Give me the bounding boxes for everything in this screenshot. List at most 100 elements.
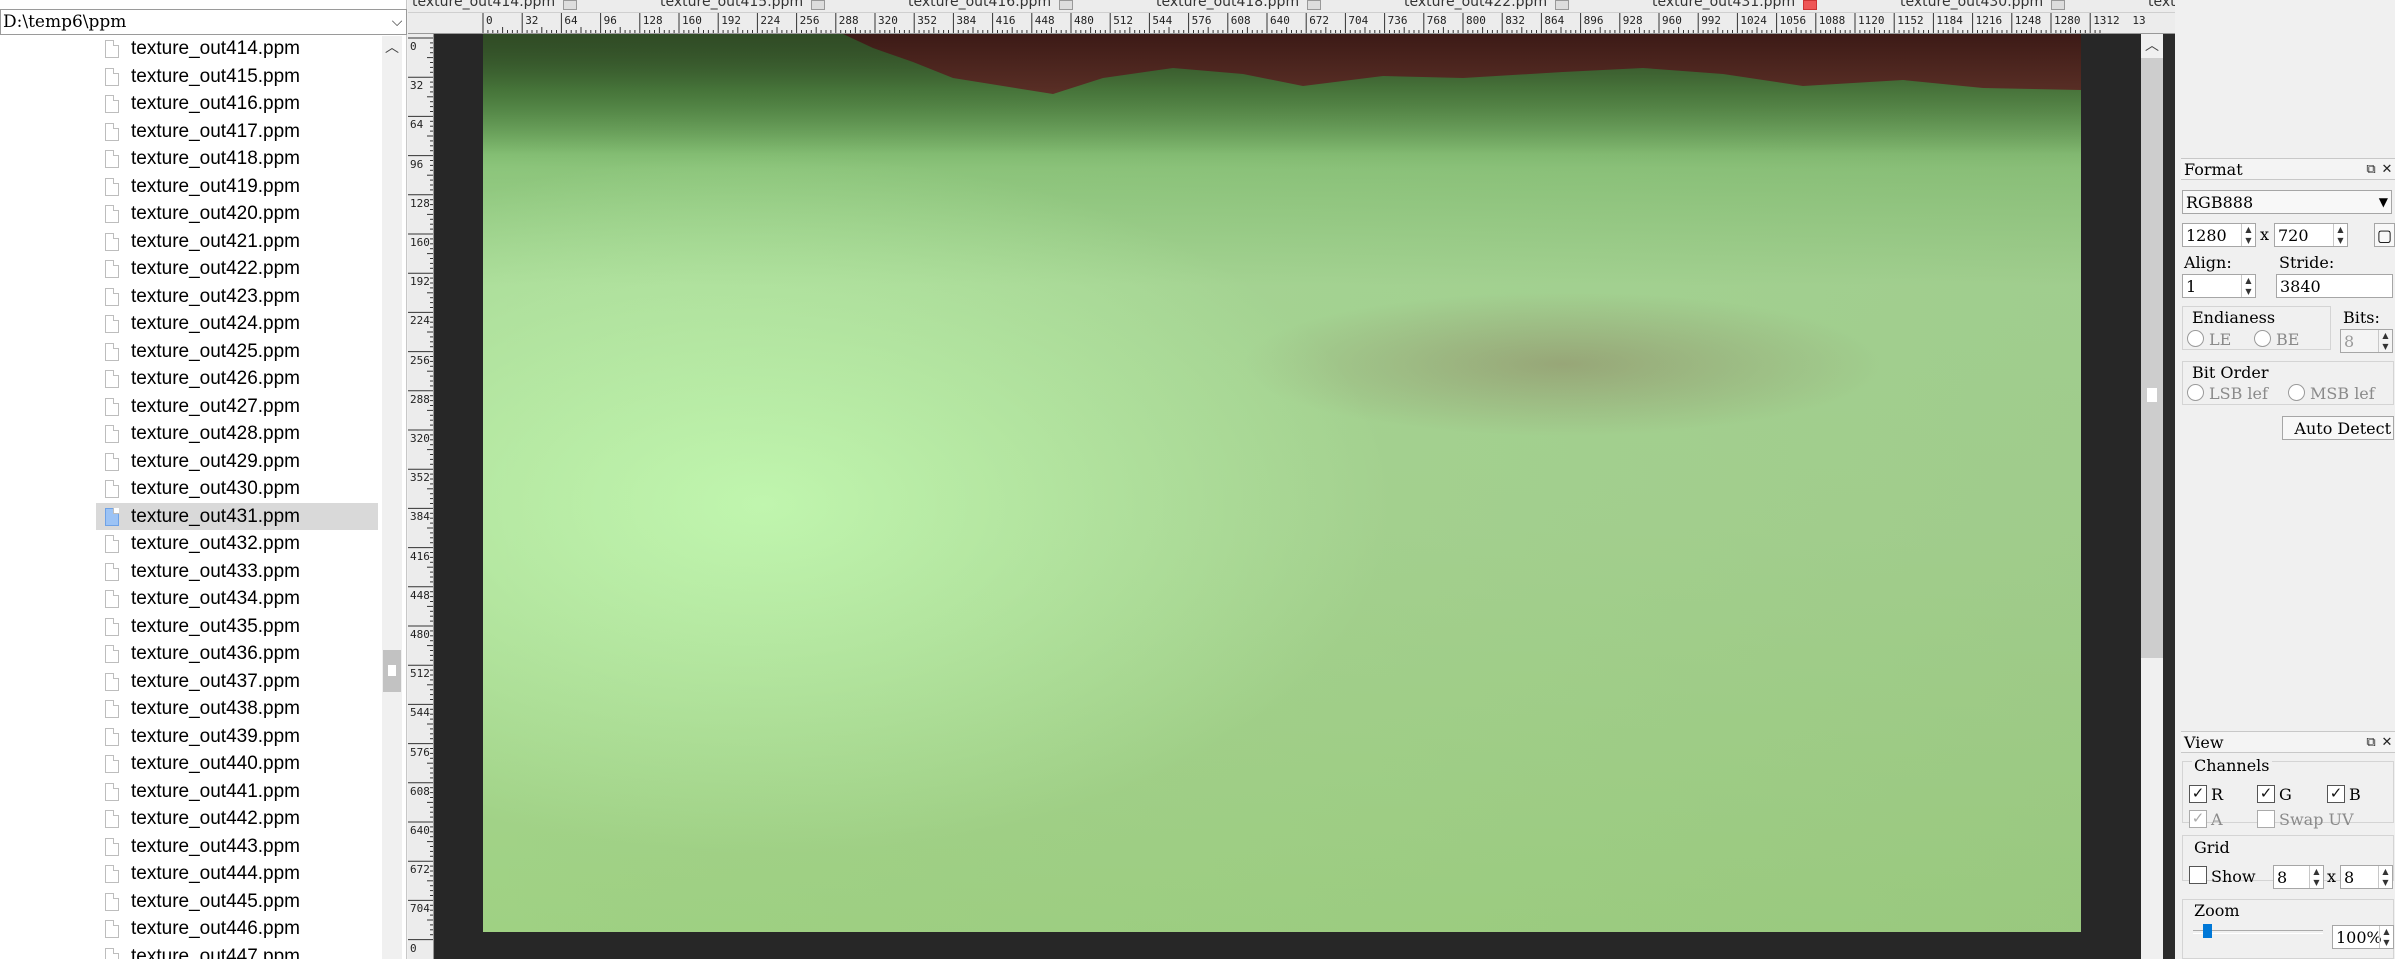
tab-close-icon[interactable] — [563, 0, 578, 10]
auto-detect-button[interactable]: Auto Detect — [2282, 416, 2394, 440]
scroll-track[interactable] — [2141, 58, 2163, 658]
file-list-item[interactable]: texture_out444.ppm — [96, 861, 378, 888]
file-list-item[interactable]: texture_out424.ppm — [96, 311, 378, 338]
file-list-item[interactable]: texture_out443.ppm — [96, 833, 378, 860]
spin-arrows-icon[interactable]: ▲ ▼ — [2378, 330, 2392, 352]
file-list-item[interactable]: texture_out428.ppm — [96, 421, 378, 448]
tab-8[interactable]: texture_out426.ppm — [2148, 0, 2175, 10]
lsb-radio[interactable] — [2187, 384, 2204, 401]
scroll-thumb[interactable] — [2147, 388, 2157, 402]
file-list-item[interactable]: texture_out438.ppm — [96, 696, 378, 723]
chevron-down-icon[interactable]: ⌵ — [388, 14, 406, 30]
spin-arrows-icon[interactable]: ▲ ▼ — [2309, 866, 2323, 888]
file-list-item[interactable]: texture_out439.ppm — [96, 723, 378, 750]
tab-close-icon[interactable] — [2051, 0, 2066, 10]
grid-width-spinbox[interactable]: 8 ▲ ▼ — [2273, 865, 2324, 889]
spin-arrows-icon[interactable]: ▲ ▼ — [2241, 275, 2255, 297]
tab-4[interactable]: texture_out418.ppm — [1156, 0, 1322, 10]
spin-arrows-icon[interactable]: ▲ ▼ — [2333, 224, 2347, 246]
align-spinbox[interactable]: 1 ▲ ▼ — [2182, 274, 2256, 298]
float-icon[interactable]: ⧉ — [2363, 735, 2379, 750]
file-list-item[interactable]: texture_out419.ppm — [96, 173, 378, 200]
stride-field[interactable]: 3840 — [2276, 274, 2393, 298]
file-list-item[interactable]: texture_out434.ppm — [96, 586, 378, 613]
viewer-scrollbar[interactable]: ︿ — [2141, 34, 2163, 959]
tab-1[interactable]: texture_out414.ppm — [412, 0, 578, 10]
file-list-item[interactable]: texture_out430.ppm — [96, 476, 378, 503]
scroll-up-icon[interactable]: ︿ — [382, 36, 402, 60]
ruler-tick-label: 1056 — [1779, 14, 1807, 27]
path-dropdown[interactable]: D:\temp6\ppm ⌵ — [0, 9, 407, 35]
ruler-tick-label: 608 — [410, 784, 430, 798]
scroll-thumb[interactable] — [383, 650, 401, 692]
g-checkbox[interactable]: ✓ — [2257, 785, 2275, 803]
tab-close-icon[interactable] — [1307, 0, 1322, 10]
file-list-item[interactable]: texture_out421.ppm — [96, 228, 378, 255]
grid-height-spinbox[interactable]: 8 ▲ ▼ — [2340, 865, 2393, 889]
width-spinbox[interactable]: 1280 ▲ ▼ — [2182, 223, 2256, 247]
msb-radio[interactable] — [2288, 384, 2305, 401]
canvas-area[interactable] — [435, 34, 2141, 959]
file-list-item[interactable]: texture_out435.ppm — [96, 613, 378, 640]
pixel-format-select[interactable]: RGB888 ▼ — [2182, 190, 2392, 214]
image-preview[interactable] — [483, 34, 2081, 932]
ruler-tick-label: 288 — [410, 392, 430, 406]
file-list-item[interactable]: texture_out422.ppm — [96, 256, 378, 283]
file-list-item[interactable]: texture_out426.ppm — [96, 366, 378, 393]
file-list-item[interactable]: texture_out432.ppm — [96, 531, 378, 558]
file-list-item[interactable]: texture_out415.ppm — [96, 63, 378, 90]
file-list-item[interactable]: texture_out425.ppm — [96, 338, 378, 365]
file-list-item[interactable]: texture_out418.ppm — [96, 146, 378, 173]
tab-5[interactable]: texture_out422.ppm — [1404, 0, 1570, 10]
file-list-item[interactable]: texture_out433.ppm — [96, 558, 378, 585]
file-list-item[interactable]: texture_out417.ppm — [96, 118, 378, 145]
tab-close-icon[interactable] — [1555, 0, 1570, 10]
grid-show-checkbox[interactable] — [2189, 866, 2207, 884]
spin-arrows-icon[interactable]: ▲ ▼ — [2241, 224, 2255, 246]
zoom-spinbox[interactable]: 100% ▲ ▼ — [2332, 925, 2394, 949]
image-pixels — [483, 34, 2081, 932]
file-list-item[interactable]: texture_out440.ppm — [96, 751, 378, 778]
file-list-item[interactable]: texture_out446.ppm — [96, 916, 378, 943]
file-list-item[interactable]: texture_out420.ppm — [96, 201, 378, 228]
file-list-item[interactable]: texture_out429.ppm — [96, 448, 378, 475]
file-list-item[interactable]: texture_out414.ppm — [96, 36, 378, 63]
ruler-tick-label: 288 — [838, 14, 859, 27]
file-list-scrollbar[interactable]: ︿ — [382, 36, 402, 959]
tab-7[interactable]: texture_out430.ppm — [1900, 0, 2066, 10]
tab-close-icon[interactable] — [811, 0, 826, 10]
file-list-item[interactable]: texture_out436.ppm — [96, 641, 378, 668]
file-list-item[interactable]: texture_out437.ppm — [96, 668, 378, 695]
zoom-slider-thumb[interactable] — [2203, 924, 2212, 938]
file-list-item[interactable]: texture_out447.ppm — [96, 943, 378, 959]
tab-3[interactable]: texture_out416.ppm — [908, 0, 1074, 10]
bits-spinbox[interactable]: 8 ▲ ▼ — [2340, 329, 2393, 353]
zoom-slider[interactable] — [2193, 930, 2323, 934]
float-icon[interactable]: ⧉ — [2363, 162, 2379, 177]
file-list-item[interactable]: texture_out442.ppm — [96, 806, 378, 833]
close-icon[interactable]: ✕ — [2379, 162, 2395, 177]
a-checkbox[interactable]: ✓ — [2189, 810, 2207, 828]
file-list-item[interactable]: texture_out423.ppm — [96, 283, 378, 310]
be-radio[interactable] — [2254, 330, 2271, 347]
tab-2[interactable]: texture_out415.ppm — [660, 0, 826, 10]
file-icon — [105, 562, 119, 581]
height-spinbox[interactable]: 720 ▲ ▼ — [2274, 223, 2348, 247]
file-list-item[interactable]: texture_out416.ppm — [96, 91, 378, 118]
file-list-item[interactable]: texture_out427.ppm — [96, 393, 378, 420]
close-icon[interactable]: ✕ — [2379, 735, 2395, 750]
le-radio[interactable] — [2187, 330, 2204, 347]
file-list-item[interactable]: texture_out445.ppm — [96, 888, 378, 915]
file-list-item[interactable]: texture_out431.ppm — [96, 503, 378, 530]
copy-size-button[interactable]: ▢ — [2374, 223, 2395, 247]
r-checkbox[interactable]: ✓ — [2189, 785, 2207, 803]
tab-6[interactable]: texture_out431.ppm — [1652, 0, 1818, 10]
scroll-up-icon[interactable]: ︿ — [2141, 34, 2163, 58]
swap-uv-checkbox[interactable] — [2257, 810, 2275, 828]
tab-close-icon[interactable] — [1059, 0, 1074, 10]
spin-arrows-icon[interactable]: ▲ ▼ — [2378, 866, 2392, 888]
tab-close-icon[interactable] — [1803, 0, 1818, 10]
b-checkbox[interactable]: ✓ — [2327, 785, 2345, 803]
file-list-item[interactable]: texture_out441.ppm — [96, 778, 378, 805]
spin-arrows-icon[interactable]: ▲ ▼ — [2379, 926, 2393, 948]
